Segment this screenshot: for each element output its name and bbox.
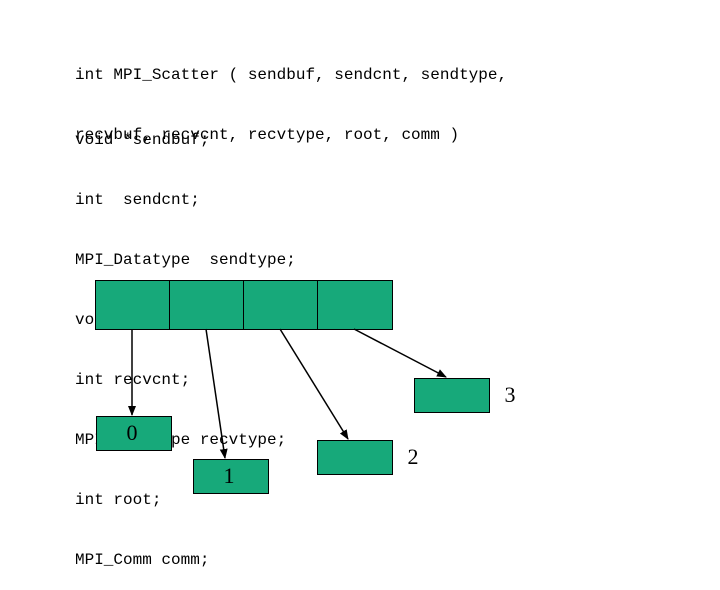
source-cell-1 (169, 280, 245, 330)
source-cell-3 (317, 280, 393, 330)
label-3: 3 (490, 382, 530, 408)
decl-2: int sendcnt; (75, 190, 296, 210)
sig-line-1: int MPI_Scatter ( sendbuf, sendcnt, send… (75, 65, 507, 85)
decl-5: int recvcnt; (75, 370, 296, 390)
label-1: 1 (209, 463, 249, 489)
dest-box-3 (414, 378, 490, 413)
decl-8: MPI_Comm comm; (75, 550, 296, 570)
decl-3: MPI_Datatype sendtype; (75, 250, 296, 270)
source-cell-0 (95, 280, 171, 330)
decl-1: void *sendbuf; (75, 130, 296, 150)
mpi-declarations: void *sendbuf; int sendcnt; MPI_Datatype… (75, 90, 296, 590)
dest-box-2 (317, 440, 393, 475)
label-0: 0 (112, 420, 152, 446)
source-cell-2 (243, 280, 319, 330)
label-2: 2 (393, 444, 433, 470)
